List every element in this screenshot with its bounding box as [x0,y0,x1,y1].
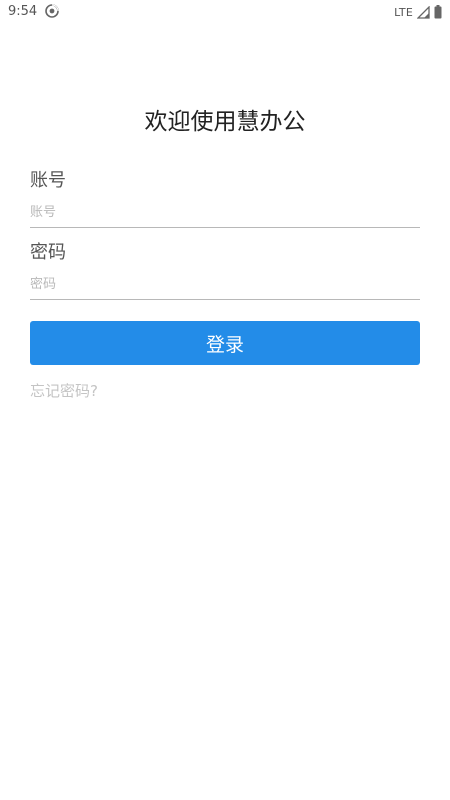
battery-icon [434,5,442,19]
status-indicators: LTE [394,4,442,20]
page-title: 欢迎使用慧办公 [144,109,306,135]
account-label: 账号 [30,170,66,191]
status-bar: 9:54 LTE [0,0,450,24]
login-button[interactable]: 登录 [30,321,420,365]
password-input[interactable] [30,269,420,300]
network-type: LTE [394,5,413,19]
password-label: 密码 [30,242,66,263]
signal-icon [417,5,430,19]
account-input[interactable] [30,197,420,228]
status-time: 9:54 [8,4,38,19]
forgot-password-link[interactable]: 忘记密码? [30,380,98,401]
sync-icon [45,4,59,18]
